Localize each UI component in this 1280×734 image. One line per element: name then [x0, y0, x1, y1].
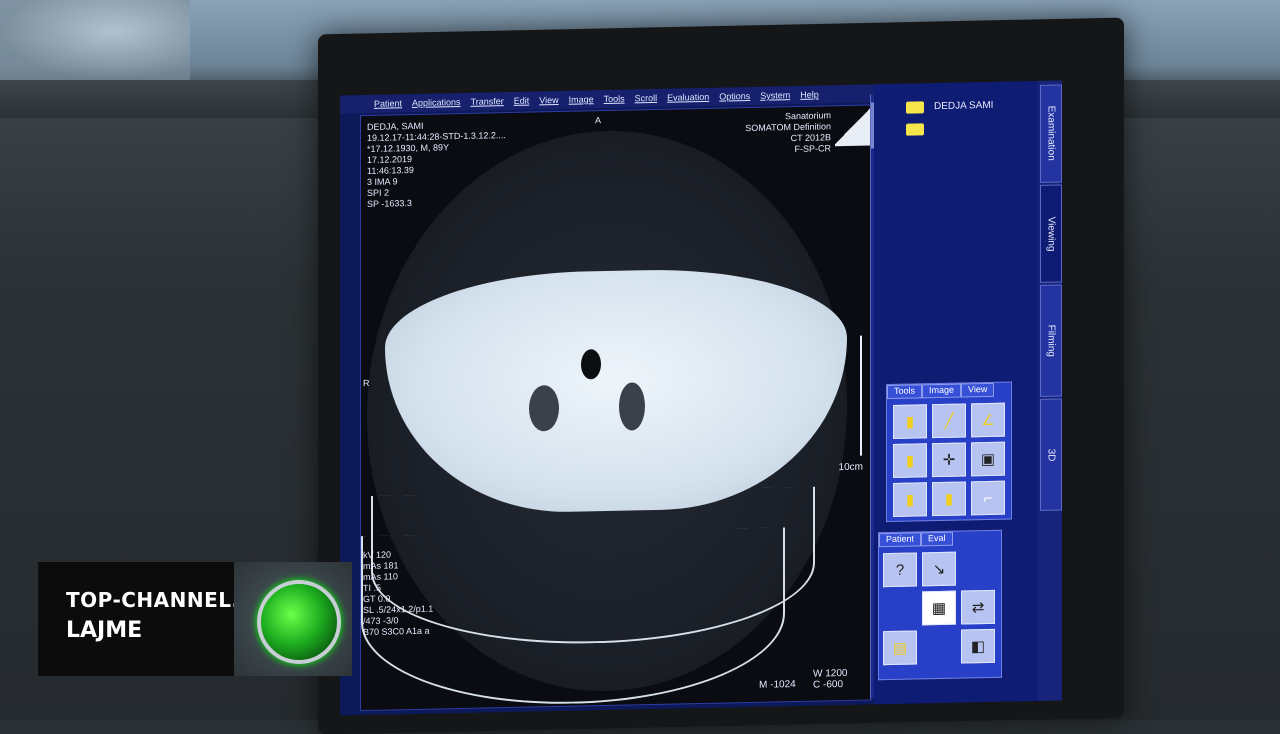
- crop-icon[interactable]: ⌐: [971, 480, 1005, 516]
- pixel-value: -1024: [770, 679, 796, 691]
- menu-patient[interactable]: Patient: [374, 98, 402, 109]
- patient-folder-label[interactable]: DEDJA SAMI: [934, 100, 993, 112]
- empty-slot: [883, 591, 917, 626]
- ct-image-viewer[interactable]: DEDJA, SAMI 19.12.17-11:44:28-STD-1.3.12…: [360, 104, 872, 712]
- overlay-line: SPI 2: [367, 187, 390, 198]
- overlay-line: B70 S3C0 A1a a: [363, 625, 430, 638]
- layout-grid-icon[interactable]: ▦: [922, 590, 956, 626]
- tab-examination[interactable]: Examination: [1040, 84, 1062, 183]
- overlay-line: mAs 181: [363, 560, 399, 572]
- overlay-line: DEDJA, SAMI: [367, 120, 424, 132]
- window-level-icon[interactable]: ▮: [893, 482, 927, 517]
- ruler-icon[interactable]: ╱: [932, 403, 966, 439]
- window-center-value: -600: [823, 679, 844, 691]
- tab-filming[interactable]: Filming: [1040, 284, 1062, 397]
- overlay-line: 17.12.2019: [367, 154, 413, 165]
- window-level-readout: W 1200 C -600: [813, 668, 847, 691]
- menu-view[interactable]: View: [539, 95, 558, 105]
- menu-help[interactable]: Help: [800, 90, 819, 100]
- acquisition-params-overlay: kV 120 mAs 181 mAs 110 TI .5 GT 0.0 SL .…: [363, 549, 433, 638]
- overlay-line: CT 2012B: [790, 132, 831, 144]
- window-level-icon[interactable]: ▮: [893, 404, 927, 439]
- overlay-line: mAs 110: [363, 571, 398, 583]
- overlay-line: 19.12.17-11:44:28-STD-1.3.12.2....: [367, 130, 506, 143]
- overlay-line: SOMATOM Definition: [745, 121, 831, 134]
- patient-grid: ? ↘ ▦ ⇄ ▤ ◧: [883, 551, 995, 666]
- patient-panel-tabs: Patient Eval: [879, 531, 953, 548]
- network-icon[interactable]: ⇄: [961, 589, 995, 625]
- angle-icon[interactable]: ∠: [971, 402, 1005, 438]
- overlay-line: Sanatorium: [784, 110, 831, 122]
- tools-panel: Tools Image View ▮ ╱ ∠ ▮ ✛ ▣ ▮ ▮ ⌐: [886, 381, 1012, 523]
- tab-eval[interactable]: Eval: [921, 531, 953, 547]
- side-tab-strip: Examination Viewing Filming 3D: [1038, 80, 1062, 701]
- tab-viewing[interactable]: Viewing: [1040, 184, 1062, 283]
- tools-grid: ▮ ╱ ∠ ▮ ✛ ▣ ▮ ▮ ⌐: [893, 402, 1005, 517]
- tools-panel-tabs: Tools Image View: [887, 382, 995, 400]
- search-patient-icon[interactable]: ?: [883, 552, 917, 588]
- orientation-anterior: A: [595, 115, 602, 126]
- scale-bar: [860, 335, 865, 456]
- orientation-right: R: [363, 377, 370, 389]
- pixel-value-readout: M -1024: [759, 679, 796, 691]
- window-center-label: C: [813, 679, 821, 691]
- overlay-line: SP -1633.3: [367, 198, 412, 209]
- channel-emblem-icon: [257, 580, 341, 664]
- pixel-marker: M: [759, 679, 768, 691]
- window-width-label: W: [813, 668, 823, 680]
- decorative-object: [0, 0, 190, 80]
- empty-slot: [961, 551, 995, 586]
- program-label: LAJME: [66, 618, 143, 643]
- overlay-line: /473 -3/0: [363, 615, 399, 627]
- menu-image[interactable]: Image: [569, 94, 594, 105]
- overlay-line: kV 120: [363, 549, 392, 561]
- patient-info-overlay: DEDJA, SAMI 19.12.17-11:44:28-STD-1.3.12…: [367, 119, 506, 210]
- folder-icon: [906, 123, 924, 136]
- export-icon[interactable]: ◧: [961, 628, 995, 664]
- load-icon[interactable]: ↘: [922, 551, 956, 587]
- overlay-line: *17.12.1930, M, 89Y: [367, 142, 450, 154]
- overlay-line: SL .5/24x1.2/p1.1: [363, 603, 434, 616]
- menu-scroll[interactable]: Scroll: [635, 93, 658, 103]
- menu-options[interactable]: Options: [719, 91, 750, 102]
- overlay-line: F-SP-CR: [794, 143, 832, 155]
- menu-tools[interactable]: Tools: [604, 94, 625, 104]
- patient-panel: Patient Eval ? ↘ ▦ ⇄ ▤ ◧: [878, 529, 1002, 681]
- tab-patient[interactable]: Patient: [879, 532, 922, 548]
- tab-view[interactable]: View: [961, 382, 995, 398]
- window-width-value: 1200: [825, 667, 848, 680]
- overlay-line: TI .5: [363, 582, 382, 594]
- tab-image[interactable]: Image: [922, 383, 962, 399]
- scale-label: 10cm: [838, 461, 863, 474]
- overlay-line: 3 IMA 9: [367, 176, 398, 187]
- corner-marker-icon: [835, 105, 871, 147]
- ct-workstation-screen: Patient Applications Transfer Edit View …: [340, 80, 1062, 716]
- overlay-line: 11:46:13.39: [367, 165, 414, 176]
- menu-edit[interactable]: Edit: [514, 96, 530, 106]
- menu-evaluation[interactable]: Evaluation: [667, 92, 709, 103]
- camera-icon[interactable]: ▣: [971, 441, 1005, 477]
- scanner-info-overlay: Sanatorium SOMATOM Definition CT 2012B F…: [745, 110, 831, 156]
- menu-applications[interactable]: Applications: [412, 97, 461, 108]
- empty-slot: [922, 630, 956, 665]
- patient-browser-panel: DEDJA SAMI Tools Image View ▮ ╱ ∠ ▮ ✛ ▣ …: [874, 80, 1044, 705]
- menu-system[interactable]: System: [760, 90, 790, 101]
- window-level-icon[interactable]: ▮: [932, 481, 966, 517]
- folder-open-icon: [906, 101, 924, 114]
- tab-tools[interactable]: Tools: [887, 384, 923, 400]
- window-level-icon[interactable]: ▮: [893, 443, 927, 478]
- folder-stack-icon[interactable]: ▤: [883, 630, 917, 666]
- crosshair-icon[interactable]: ✛: [932, 442, 966, 478]
- menu-transfer[interactable]: Transfer: [471, 96, 504, 107]
- tab-3d[interactable]: 3D: [1040, 398, 1062, 511]
- overlay-line: GT 0.0: [363, 593, 391, 605]
